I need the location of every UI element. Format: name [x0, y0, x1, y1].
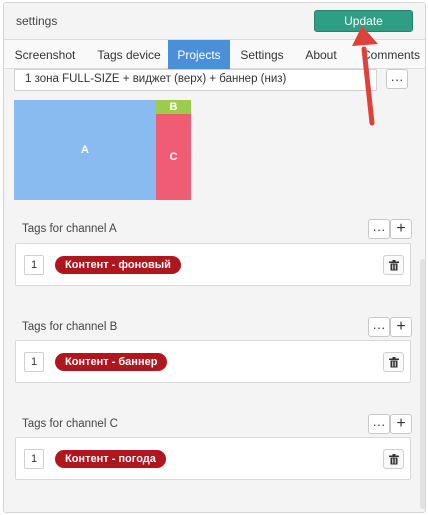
delete-tag-button[interactable]: [383, 449, 404, 469]
tag-badge[interactable]: Контент - погода: [55, 450, 166, 468]
delete-tag-button[interactable]: [383, 352, 404, 372]
trash-icon: [388, 356, 399, 367]
tab-screenshot[interactable]: Screenshot: [4, 40, 86, 69]
window-title: settings: [16, 14, 58, 28]
tab-bar: Screenshot Tags device Projects Settings…: [4, 39, 425, 69]
titlebar: settings Update: [4, 3, 425, 39]
tag-order-number[interactable]: 1: [24, 449, 44, 469]
channel-b-label: Tags for channel B: [22, 321, 118, 333]
delete-tag-button[interactable]: [383, 255, 404, 275]
tag-badge[interactable]: Контент - фоновый: [55, 256, 181, 274]
channel-a-more-button[interactable]: ···: [368, 219, 390, 239]
update-button[interactable]: Update: [314, 10, 413, 32]
zone-a: A: [14, 100, 156, 200]
tag-order-number[interactable]: 1: [24, 255, 44, 275]
projects-panel: 1 зона FULL-SIZE + виджет (верх) + банне…: [4, 69, 425, 512]
channel-c-label: Tags for channel C: [22, 418, 118, 430]
tab-tags-device[interactable]: Tags device: [86, 40, 172, 69]
channel-a-add-button[interactable]: +: [390, 219, 412, 239]
channel-a-label: Tags for channel A: [22, 223, 117, 235]
layout-more-button[interactable]: ···: [386, 69, 408, 89]
tab-comments[interactable]: Comments: [356, 40, 425, 69]
channel-c-tag-row: 1 Контент - погода: [15, 437, 411, 480]
layout-preview: A B C: [14, 100, 191, 200]
channel-c-add-button[interactable]: +: [390, 414, 412, 434]
settings-window: settings Update Screenshot Tags device P…: [3, 2, 426, 513]
channel-c-more-button[interactable]: ···: [368, 414, 390, 434]
scrollbar[interactable]: [420, 259, 425, 509]
zone-c: C: [156, 114, 191, 200]
tab-projects[interactable]: Projects: [168, 40, 230, 69]
tag-badge[interactable]: Контент - баннер: [55, 353, 168, 371]
channel-b-more-button[interactable]: ···: [368, 317, 390, 337]
tab-settings[interactable]: Settings: [232, 40, 292, 69]
layout-select[interactable]: 1 зона FULL-SIZE + виджет (верх) + банне…: [14, 69, 377, 91]
trash-icon: [388, 259, 399, 270]
channel-a-tag-row: 1 Контент - фоновый: [15, 243, 411, 286]
tab-about[interactable]: About: [294, 40, 348, 69]
channel-b-add-button[interactable]: +: [390, 317, 412, 337]
channel-b-tag-row: 1 Контент - баннер: [15, 340, 411, 383]
trash-icon: [388, 453, 399, 464]
zone-b: B: [156, 100, 191, 114]
tag-order-number[interactable]: 1: [24, 352, 44, 372]
